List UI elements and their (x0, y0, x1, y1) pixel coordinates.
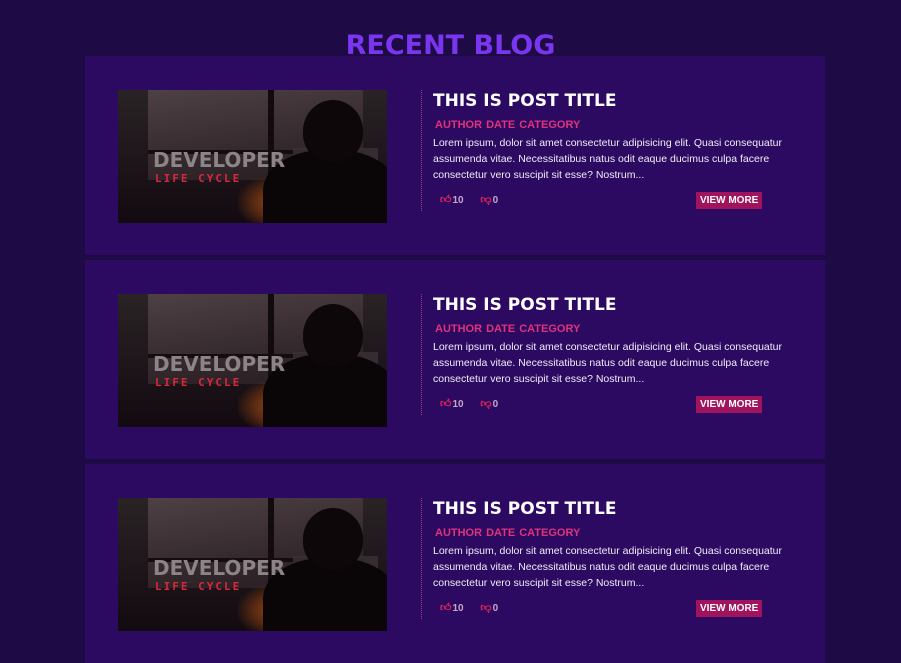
view-more-button[interactable]: VIEW MORE (696, 396, 763, 413)
thumbs-up-icon: 👍︎ (440, 602, 452, 614)
post-title[interactable]: THIS IS POST TITLE (433, 499, 616, 519)
thumbnail-subheading: LIFE CYCLE (155, 172, 242, 185)
post-reactions: 👍︎10 👎︎0 (440, 601, 512, 614)
dislike-button[interactable]: 👎︎0 (480, 193, 498, 206)
post-excerpt: Lorem ipsum, dolor sit amet consectetur … (433, 341, 783, 385)
dislike-count: 0 (492, 399, 499, 410)
post-thumbnail-image[interactable]: DEVELOPER LIFE CYCLE (118, 90, 387, 223)
dislike-button[interactable]: 👎︎0 (480, 601, 498, 614)
thumbs-down-icon: 👎︎ (480, 194, 492, 206)
post-reactions: 👍︎10 👎︎0 (440, 397, 512, 410)
post-category[interactable]: CATEGORY (519, 323, 580, 335)
like-button[interactable]: 👍︎10 (440, 193, 464, 206)
dislike-count: 0 (492, 603, 499, 614)
post-title[interactable]: THIS IS POST TITLE (433, 295, 616, 315)
post-title[interactable]: THIS IS POST TITLE (433, 91, 616, 111)
post-date: DATE (486, 527, 516, 539)
post-author[interactable]: AUTHOR (435, 323, 482, 335)
post-content: THIS IS POST TITLE AUTHOR DATE CATEGORY Lo… (421, 498, 792, 619)
post-content: THIS IS POST TITLE AUTHOR DATE CATEGORY Lo… (421, 294, 792, 415)
thumbnail-heading: DEVELOPER (153, 556, 286, 580)
post-meta: AUTHOR DATE CATEGORY (435, 323, 584, 335)
dislike-count: 0 (492, 195, 499, 206)
thumbs-down-icon: 👎︎ (480, 602, 492, 614)
post-date: DATE (486, 323, 516, 335)
blog-post-card: DEVELOPER LIFE CYCLE THIS IS POST TITLE … (85, 260, 825, 459)
post-author[interactable]: AUTHOR (435, 119, 482, 131)
blog-post-card: DEVELOPER LIFE CYCLE THIS IS POST TITLE … (85, 56, 825, 255)
post-thumbnail-image[interactable]: DEVELOPER LIFE CYCLE (118, 294, 387, 427)
dislike-button[interactable]: 👎︎0 (480, 397, 498, 410)
post-category[interactable]: CATEGORY (519, 119, 580, 131)
like-button[interactable]: 👍︎10 (440, 601, 464, 614)
view-more-button[interactable]: VIEW MORE (696, 600, 763, 617)
post-excerpt: Lorem ipsum, dolor sit amet consectetur … (433, 137, 783, 181)
like-count: 10 (452, 399, 464, 410)
thumbnail-subheading: LIFE CYCLE (155, 580, 242, 593)
post-thumbnail-image[interactable]: DEVELOPER LIFE CYCLE (118, 498, 387, 631)
like-button[interactable]: 👍︎10 (440, 397, 464, 410)
post-category[interactable]: CATEGORY (519, 527, 580, 539)
post-meta: AUTHOR DATE CATEGORY (435, 527, 584, 539)
thumbnail-heading: DEVELOPER (153, 352, 286, 376)
thumbnail-subheading: LIFE CYCLE (155, 376, 242, 389)
view-more-button[interactable]: VIEW MORE (696, 192, 763, 209)
post-author[interactable]: AUTHOR (435, 527, 482, 539)
post-reactions: 👍︎10 👎︎0 (440, 193, 512, 206)
post-date: DATE (486, 119, 516, 131)
thumbs-up-icon: 👍︎ (440, 398, 452, 410)
post-excerpt: Lorem ipsum, dolor sit amet consectetur … (433, 545, 783, 589)
post-content: THIS IS POST TITLE AUTHOR DATE CATEGORY Lo… (421, 90, 792, 211)
post-meta: AUTHOR DATE CATEGORY (435, 119, 584, 131)
thumbs-up-icon: 👍︎ (440, 194, 452, 206)
like-count: 10 (452, 603, 464, 614)
thumbnail-heading: DEVELOPER (153, 148, 286, 172)
blog-post-card: DEVELOPER LIFE CYCLE THIS IS POST TITLE … (85, 464, 825, 663)
thumbs-down-icon: 👎︎ (480, 398, 492, 410)
like-count: 10 (452, 195, 464, 206)
